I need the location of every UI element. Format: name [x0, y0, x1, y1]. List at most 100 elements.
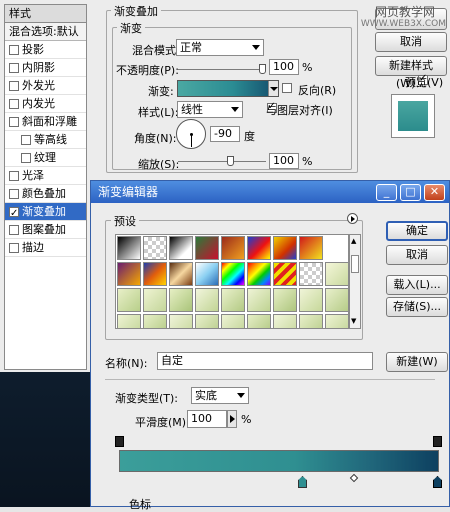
- style-item[interactable]: 图案叠加: [5, 221, 86, 239]
- opacity-slider-thumb[interactable]: [259, 64, 266, 74]
- blend-mode-select[interactable]: 正常: [176, 39, 264, 56]
- style-checkbox[interactable]: [9, 44, 19, 55]
- preset-swatch[interactable]: [299, 314, 323, 328]
- preset-swatch[interactable]: [299, 236, 323, 260]
- style-item[interactable]: 等高线: [5, 131, 86, 149]
- style-checkbox[interactable]: [9, 170, 19, 181]
- preset-swatch[interactable]: [143, 236, 167, 260]
- preset-swatch[interactable]: [325, 288, 348, 312]
- style-checkbox[interactable]: [21, 134, 31, 145]
- gradient-preview-picker[interactable]: [177, 80, 279, 97]
- maximize-icon[interactable]: □: [400, 184, 421, 201]
- preset-swatch[interactable]: [143, 288, 167, 312]
- minimize-icon[interactable]: _: [376, 184, 397, 201]
- style-item[interactable]: 颜色叠加: [5, 185, 86, 203]
- scrollbar-thumb[interactable]: [351, 255, 359, 273]
- style-checkbox[interactable]: [9, 242, 19, 253]
- preset-swatch[interactable]: [273, 288, 297, 312]
- chevron-down-icon: [270, 87, 278, 91]
- style-checkbox[interactable]: [9, 116, 19, 127]
- preset-swatch[interactable]: [195, 236, 219, 260]
- style-select[interactable]: 线性: [177, 101, 243, 118]
- preset-swatch[interactable]: [117, 262, 141, 286]
- preset-swatch[interactable]: [247, 288, 271, 312]
- opacity-slider-track[interactable]: [178, 69, 266, 70]
- scale-slider-thumb[interactable]: [227, 156, 234, 166]
- style-checkbox[interactable]: [9, 62, 19, 73]
- styles-header[interactable]: 样式: [5, 5, 86, 23]
- style-checkbox[interactable]: [9, 224, 19, 235]
- gradient-type-select[interactable]: 实底: [191, 387, 249, 404]
- smoothness-label: 平滑度(M):: [135, 416, 190, 429]
- style-checkbox[interactable]: [9, 205, 19, 223]
- preset-swatch[interactable]: [195, 262, 219, 286]
- gradient-bar[interactable]: [119, 450, 439, 472]
- preset-swatch[interactable]: [299, 262, 323, 286]
- style-item[interactable]: 外发光: [5, 77, 86, 95]
- scroll-up-icon[interactable]: ▲: [351, 237, 356, 245]
- preset-swatch[interactable]: [221, 288, 245, 312]
- style-checkbox[interactable]: [9, 80, 19, 91]
- reverse-checkbox[interactable]: [282, 83, 292, 93]
- scroll-down-icon[interactable]: ▼: [351, 317, 356, 325]
- preset-swatch[interactable]: [247, 236, 271, 260]
- preset-swatch[interactable]: [273, 236, 297, 260]
- preset-swatch[interactable]: [169, 314, 193, 328]
- cancel-button[interactable]: 取消: [375, 32, 447, 52]
- presets-menu-button[interactable]: [347, 213, 358, 224]
- preset-swatch[interactable]: [195, 288, 219, 312]
- style-item[interactable]: 描边: [5, 239, 86, 257]
- preset-swatch[interactable]: [117, 288, 141, 312]
- preset-swatch[interactable]: [221, 314, 245, 328]
- preset-swatch[interactable]: [273, 262, 297, 286]
- preset-swatch[interactable]: [169, 262, 193, 286]
- blending-options-item[interactable]: 混合选项:默认: [5, 23, 86, 41]
- angle-dial[interactable]: [176, 119, 206, 149]
- save-button[interactable]: 存储(S)...: [386, 297, 448, 317]
- style-checkbox[interactable]: [9, 98, 19, 109]
- load-button[interactable]: 载入(L)...: [386, 275, 448, 295]
- gradient-dropdown-button[interactable]: [268, 81, 278, 96]
- presets-scrollbar[interactable]: ▲ ▼: [349, 234, 361, 329]
- preset-swatch[interactable]: [325, 262, 348, 286]
- smoothness-dropdown[interactable]: [227, 410, 237, 428]
- close-icon[interactable]: ✕: [424, 184, 445, 201]
- opacity-input[interactable]: 100: [269, 59, 299, 75]
- smoothness-input[interactable]: 100: [187, 410, 227, 428]
- preset-swatch[interactable]: [299, 288, 323, 312]
- scale-slider-track[interactable]: [178, 161, 266, 162]
- style-item[interactable]: 纹理: [5, 149, 86, 167]
- preset-swatch[interactable]: [325, 314, 348, 328]
- style-item-label: 颜色叠加: [22, 186, 66, 200]
- style-checkbox[interactable]: [21, 152, 31, 163]
- preset-swatch[interactable]: [221, 236, 245, 260]
- preset-swatch[interactable]: [273, 314, 297, 328]
- ok-button[interactable]: 确定: [386, 221, 448, 241]
- preview-thumbnail: [391, 94, 435, 138]
- style-item[interactable]: 内发光: [5, 95, 86, 113]
- editor-cancel-button[interactable]: 取消: [386, 245, 448, 265]
- preset-swatch[interactable]: [221, 262, 245, 286]
- opacity-stop-left[interactable]: [115, 436, 124, 447]
- preset-swatch[interactable]: [117, 236, 141, 260]
- preset-swatch[interactable]: [143, 262, 167, 286]
- name-input[interactable]: 自定: [157, 352, 373, 370]
- style-checkbox[interactable]: [9, 188, 19, 199]
- style-item[interactable]: 光泽: [5, 167, 86, 185]
- preset-swatch[interactable]: [143, 314, 167, 328]
- style-item[interactable]: 渐变叠加: [5, 203, 86, 223]
- preset-swatch[interactable]: [169, 288, 193, 312]
- style-item[interactable]: 斜面和浮雕: [5, 113, 86, 131]
- style-item[interactable]: 内阴影: [5, 59, 86, 77]
- preset-swatch[interactable]: [247, 262, 271, 286]
- new-gradient-button[interactable]: 新建(W): [386, 352, 448, 372]
- preset-swatch[interactable]: [169, 236, 193, 260]
- preset-swatch[interactable]: [117, 314, 141, 328]
- scale-input[interactable]: 100: [269, 153, 299, 169]
- preset-swatch[interactable]: [195, 314, 219, 328]
- opacity-stop-right[interactable]: [433, 436, 442, 447]
- style-item[interactable]: 投影: [5, 41, 86, 59]
- new-style-button[interactable]: 新建样式(W)...: [375, 56, 447, 90]
- angle-input[interactable]: -90: [210, 126, 240, 142]
- preset-swatch[interactable]: [247, 314, 271, 328]
